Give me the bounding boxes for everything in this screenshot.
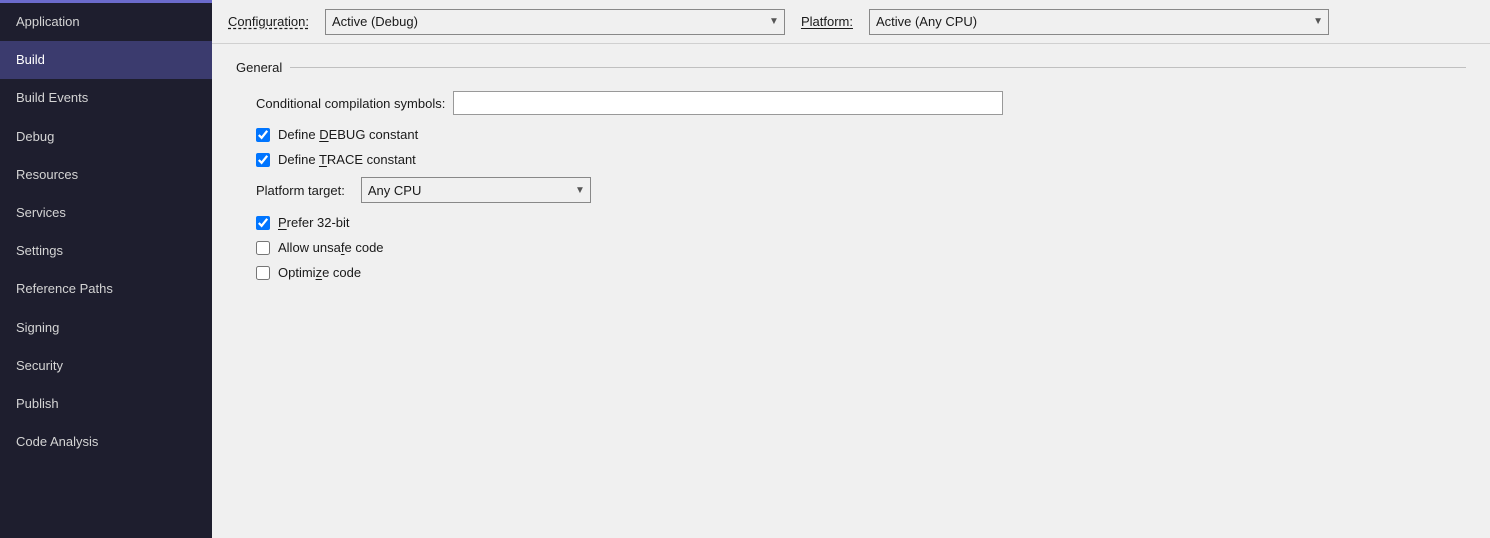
allow-unsafe-row: Allow unsafe code bbox=[236, 240, 1466, 255]
sidebar-item-application[interactable]: Application bbox=[0, 3, 212, 41]
platform-label: Platform: bbox=[801, 14, 853, 29]
section-line bbox=[290, 67, 1466, 68]
platform-target-label: Platform target: bbox=[256, 183, 345, 198]
prefer-32bit-row: Prefer 32-bit bbox=[236, 215, 1466, 230]
prefer-32bit-checkbox[interactable] bbox=[256, 216, 270, 230]
platform-target-select-wrapper: Any CPUx86x64 ▼ bbox=[361, 177, 591, 203]
sidebar-item-code-analysis[interactable]: Code Analysis bbox=[0, 423, 212, 461]
platform-target-row: Platform target: Any CPUx86x64 ▼ bbox=[236, 177, 1466, 203]
sidebar-item-debug[interactable]: Debug bbox=[0, 118, 212, 156]
conditional-symbols-label: Conditional compilation symbols: bbox=[256, 96, 445, 111]
sidebar-item-reference-paths[interactable]: Reference Paths bbox=[0, 270, 212, 308]
sidebar-item-settings[interactable]: Settings bbox=[0, 232, 212, 270]
sidebar: ApplicationBuildBuild EventsDebugResourc… bbox=[0, 0, 212, 538]
main-content: Configuration: Active (Debug)DebugReleas… bbox=[212, 0, 1490, 538]
section-general: General bbox=[236, 60, 1466, 75]
optimize-code-checkbox[interactable] bbox=[256, 266, 270, 280]
sidebar-item-build[interactable]: Build bbox=[0, 41, 212, 79]
define-trace-row: Define TRACE constant bbox=[236, 152, 1466, 167]
sidebar-item-resources[interactable]: Resources bbox=[0, 156, 212, 194]
define-trace-checkbox[interactable] bbox=[256, 153, 270, 167]
define-trace-label: Define TRACE constant bbox=[278, 152, 416, 167]
define-debug-checkbox[interactable] bbox=[256, 128, 270, 142]
conditional-symbols-input[interactable] bbox=[453, 91, 1003, 115]
configuration-label: Configuration: bbox=[228, 14, 309, 29]
define-debug-label: Define DEBUG constant bbox=[278, 127, 418, 142]
optimize-code-row: Optimize code bbox=[236, 265, 1466, 280]
config-bar: Configuration: Active (Debug)DebugReleas… bbox=[212, 0, 1490, 44]
configuration-select-wrapper: Active (Debug)DebugReleaseAll Configurat… bbox=[325, 9, 785, 35]
platform-select-wrapper: Active (Any CPU)Any CPUx86x64 ▼ bbox=[869, 9, 1329, 35]
allow-unsafe-label: Allow unsafe code bbox=[278, 240, 384, 255]
content-area: General Conditional compilation symbols:… bbox=[212, 44, 1490, 538]
sidebar-item-signing[interactable]: Signing bbox=[0, 309, 212, 347]
conditional-symbols-row: Conditional compilation symbols: bbox=[236, 91, 1466, 115]
sidebar-item-security[interactable]: Security bbox=[0, 347, 212, 385]
platform-select[interactable]: Active (Any CPU)Any CPUx86x64 bbox=[869, 9, 1329, 35]
define-debug-row: Define DEBUG constant bbox=[236, 127, 1466, 142]
sidebar-item-build-events[interactable]: Build Events bbox=[0, 79, 212, 117]
configuration-select[interactable]: Active (Debug)DebugReleaseAll Configurat… bbox=[325, 9, 785, 35]
allow-unsafe-checkbox[interactable] bbox=[256, 241, 270, 255]
platform-target-select[interactable]: Any CPUx86x64 bbox=[361, 177, 591, 203]
optimize-code-label: Optimize code bbox=[278, 265, 361, 280]
section-title: General bbox=[236, 60, 282, 75]
prefer-32bit-label: Prefer 32-bit bbox=[278, 215, 350, 230]
sidebar-item-publish[interactable]: Publish bbox=[0, 385, 212, 423]
sidebar-item-services[interactable]: Services bbox=[0, 194, 212, 232]
